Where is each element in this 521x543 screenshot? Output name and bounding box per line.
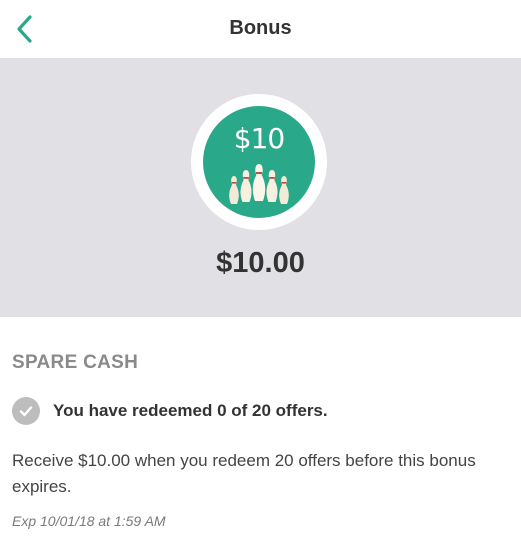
bonus-description: Receive $10.00 when you redeem 20 offers… <box>12 451 476 496</box>
bonus-badge: $10 <box>203 106 315 218</box>
header-bar: Bonus <box>0 0 521 58</box>
bowling-pins-icon <box>229 164 289 204</box>
bonus-badge-ring: $10 <box>191 94 327 230</box>
bonus-amount: $10.00 <box>216 247 305 279</box>
bonus-name: SPARE CASH <box>12 352 139 373</box>
expiry-date: Exp 10/01/18 at 1:59 AM <box>12 513 166 529</box>
bonus-hero: $10 $10.00 <box>0 58 521 317</box>
check-circle-icon <box>12 397 40 425</box>
page-title: Bonus <box>229 17 292 39</box>
redemption-progress: You have redeemed 0 of 20 offers. <box>12 397 328 425</box>
progress-text: You have redeemed 0 of 20 offers. <box>53 401 328 420</box>
